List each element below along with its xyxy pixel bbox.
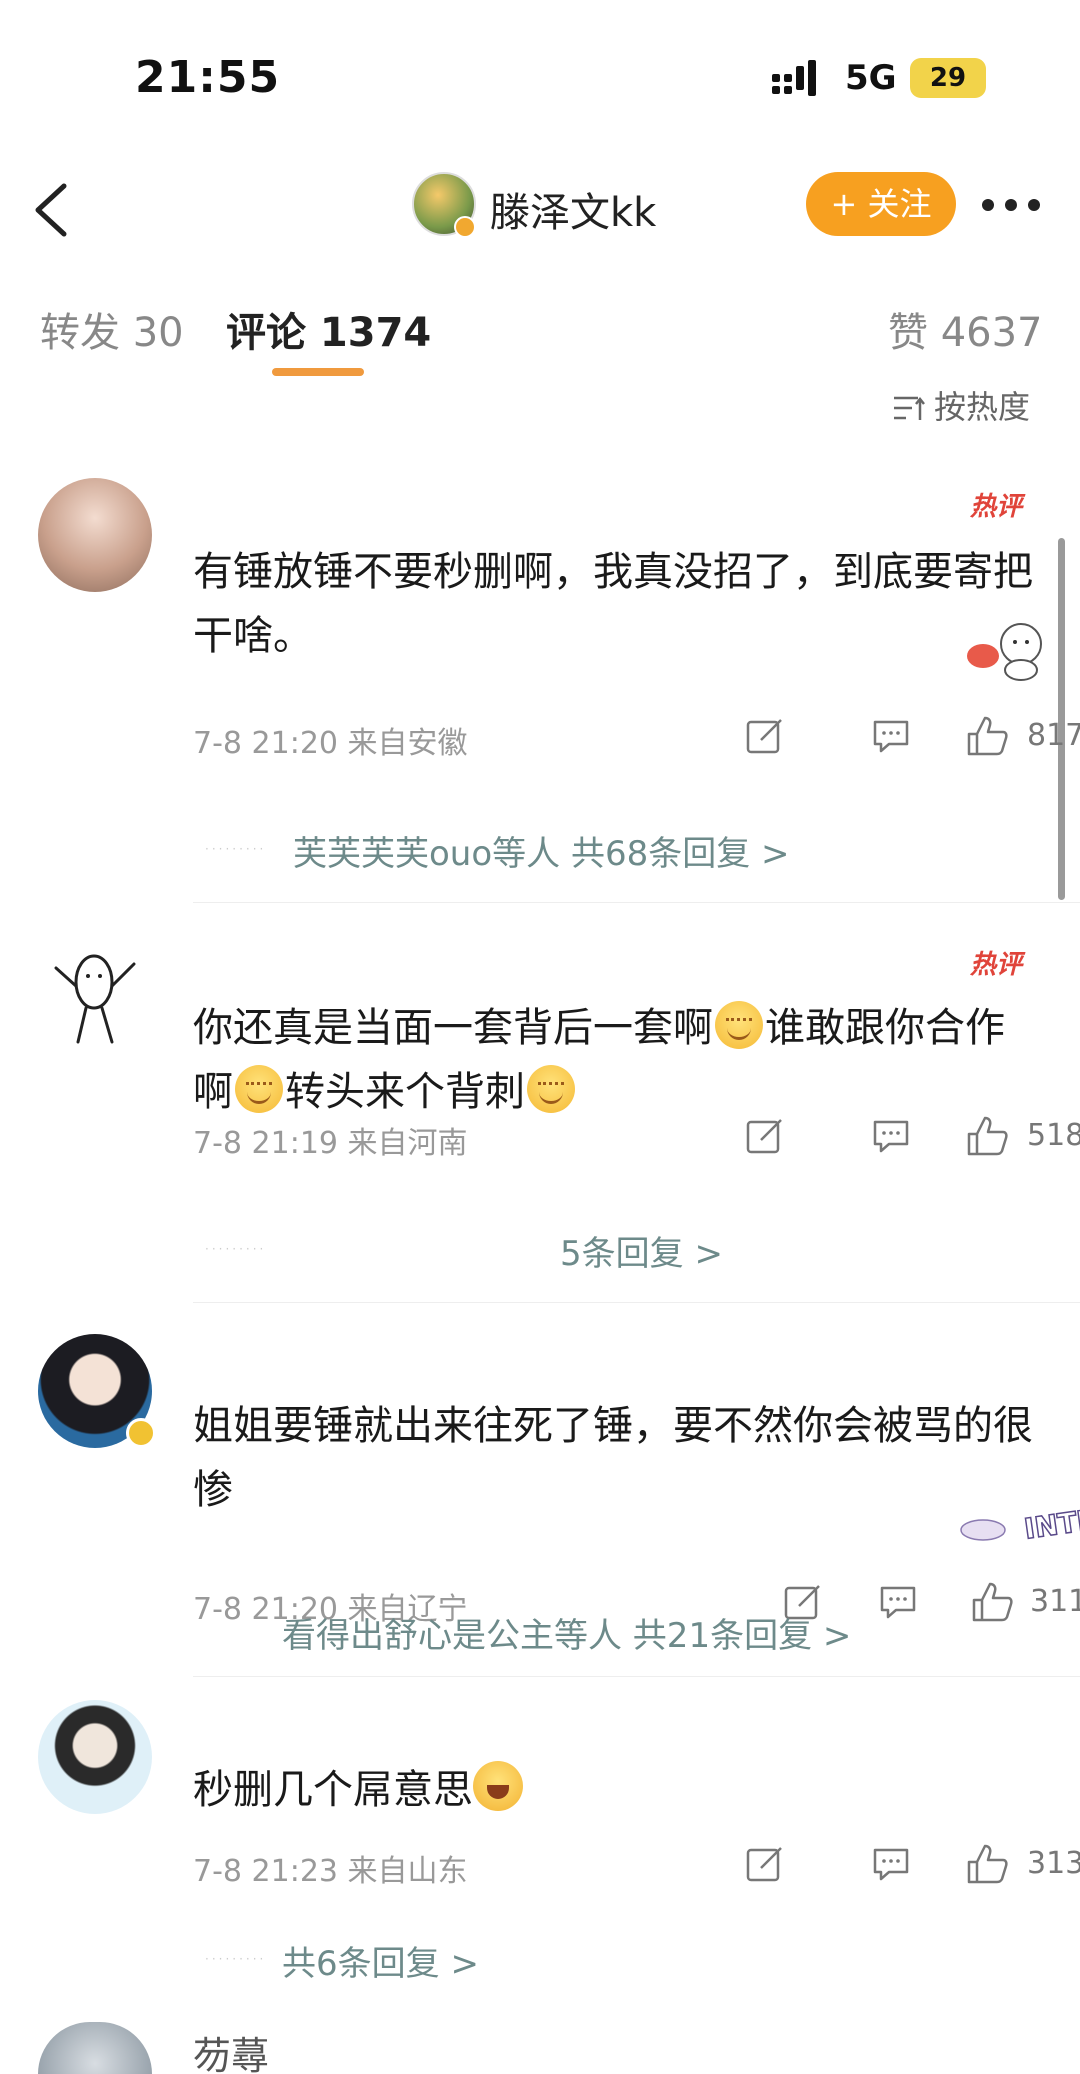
sort-label: 按热度 (934, 388, 1031, 426)
divider (193, 902, 1080, 903)
author-name[interactable]: 滕泽文kk (490, 180, 656, 238)
hot-comment-badge: 热评 (970, 492, 1023, 522)
replies-link[interactable]: 芙芙芙芙ouo等人 共68条回复 > (293, 826, 790, 875)
smile-emoji-icon (527, 1065, 575, 1113)
replies-link[interactable]: 共6条回复 > (282, 1936, 479, 1985)
tab-underline (272, 368, 364, 376)
divider (193, 1676, 1080, 1677)
like-icon[interactable] (965, 1114, 1009, 1158)
svg-text:INTP: INTP (1022, 1503, 1080, 1546)
like-icon[interactable] (965, 714, 1009, 758)
share-icon[interactable] (745, 716, 785, 756)
verified-icon (126, 1418, 156, 1448)
like-count: 313 (1027, 1846, 1080, 1881)
status-time: 21:55 (135, 52, 281, 103)
replies-link[interactable]: 看得出舒心是公主等人 共21条回复 > (282, 1608, 851, 1657)
share-icon[interactable] (745, 1844, 785, 1884)
commenter-avatar[interactable] (38, 2022, 152, 2074)
tab-bar: 转发 30 评论 1374 赞 4637 (0, 300, 1080, 370)
smile-emoji-icon (235, 1065, 283, 1113)
comment-text-part: 你还真是当面一套背后一套啊 (193, 1005, 713, 1051)
network-label: 5G (845, 58, 897, 98)
comment-icon[interactable] (871, 1116, 911, 1156)
replies-link[interactable]: 5条回复 > (560, 1226, 723, 1275)
commenter-avatar[interactable] (38, 478, 152, 592)
intp-sticker-icon: INTP (960, 1502, 1080, 1546)
reply-dots: ········· (205, 842, 267, 856)
comment-meta: 7-8 21:23 来自山东 (193, 1854, 468, 1889)
back-arrow-icon[interactable] (28, 180, 74, 240)
comment-icon[interactable] (878, 1582, 918, 1622)
sort-button[interactable]: 按热度 (892, 382, 1030, 428)
comment-meta: 7-8 21:20 来自安徽 (193, 726, 468, 761)
comment-icon[interactable] (871, 716, 911, 756)
comment-text: 姐姐要锤就出来往死了锤，要不然你会被骂的很惨 (193, 1403, 1033, 1513)
divider (193, 1302, 1080, 1303)
like-count: 311 (1030, 1584, 1080, 1619)
verified-icon (454, 216, 476, 238)
signal-icon (772, 60, 816, 96)
comment-text: 秒删几个屌意思 (193, 1758, 1043, 1822)
commenter-avatar[interactable] (38, 1700, 152, 1814)
comment-meta: 7-8 21:19 来自河南 (193, 1126, 468, 1161)
hot-comment-badge: 热评 (970, 950, 1023, 980)
share-icon[interactable] (745, 1116, 785, 1156)
status-bar: 21:55 5G 29 (0, 0, 1080, 150)
tab-comments[interactable]: 评论 1374 (226, 300, 431, 358)
like-icon[interactable] (970, 1580, 1014, 1624)
tab-repost[interactable]: 转发 30 (40, 300, 184, 358)
like-count: 518 (1027, 1118, 1080, 1153)
smile-emoji-icon (715, 1001, 763, 1049)
comment-text-part: 转头来个背刺 (285, 1069, 525, 1115)
like-count: 817 (1027, 718, 1080, 753)
commenter-name[interactable]: 芴蕁 (193, 2025, 269, 2074)
battery-indicator: 29 (910, 58, 986, 98)
laugh-cry-emoji-icon (473, 1761, 523, 1811)
bear-sticker-icon (967, 623, 1042, 681)
sort-icon (894, 396, 925, 420)
comment-text-part: 秒删几个屌意思 (193, 1767, 473, 1813)
comment-text: 有锤放锤不要秒删啊，我真没招了，到底要寄把干啥。 (193, 549, 1033, 659)
follow-button[interactable]: + 关注 (806, 172, 956, 236)
reply-dots: ········· (205, 1952, 267, 1966)
tab-likes[interactable]: 赞 4637 (888, 300, 1043, 358)
reply-dots: ········· (205, 1242, 267, 1256)
commenter-avatar[interactable] (38, 942, 152, 1056)
comment-text: 你还真是当面一套背后一套啊 谁敢跟你合作啊 转头来个背刺 (193, 996, 1043, 1124)
more-icon[interactable] (980, 190, 1042, 220)
like-icon[interactable] (965, 1842, 1009, 1886)
comment-icon[interactable] (871, 1844, 911, 1884)
